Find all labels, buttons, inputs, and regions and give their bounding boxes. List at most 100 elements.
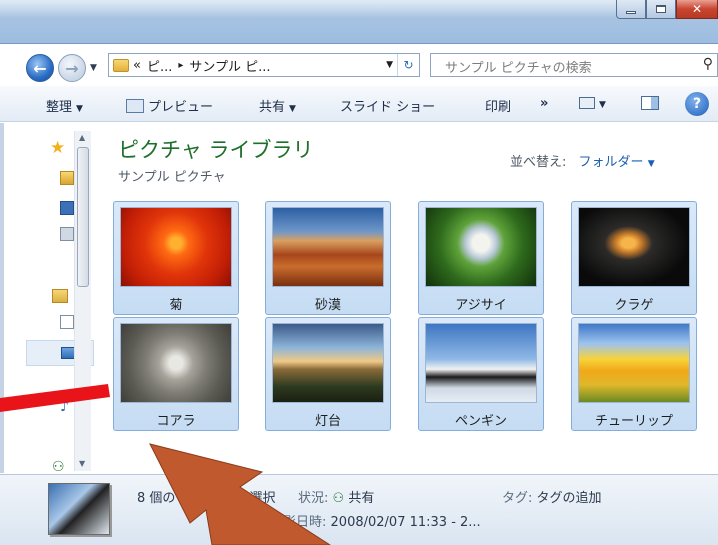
file-item[interactable]: ペンギン bbox=[418, 317, 544, 431]
recent-places-icon[interactable] bbox=[60, 227, 74, 241]
selection-count-text: 8 個の bbox=[137, 491, 176, 506]
minimize-button[interactable] bbox=[616, 0, 646, 19]
help-button[interactable]: ? bbox=[685, 92, 709, 116]
views-menu[interactable]: ▼ bbox=[579, 96, 606, 111]
preview-icon bbox=[126, 99, 144, 113]
breadcrumb-sample-pictures[interactable]: サンプル ピ... bbox=[189, 56, 270, 75]
file-item[interactable]: クラゲ bbox=[571, 201, 697, 315]
libraries-icon[interactable] bbox=[52, 289, 68, 303]
selection-thumbnail bbox=[48, 483, 110, 535]
people-icon: ⚇ bbox=[332, 491, 345, 506]
folder-icon[interactable] bbox=[60, 171, 74, 185]
tags-label: タグ: bbox=[502, 491, 533, 506]
selection-count: 8 個の 選択 bbox=[137, 487, 276, 506]
preview-pane-button[interactable] bbox=[641, 96, 659, 112]
maximize-icon bbox=[656, 5, 666, 13]
navigation-scrollbar[interactable]: ▲ ▼ bbox=[74, 131, 91, 471]
file-item[interactable]: 砂漠 bbox=[265, 201, 391, 315]
folder-icon bbox=[113, 58, 129, 72]
address-dropdown-icon[interactable]: ▼ bbox=[386, 60, 393, 70]
refresh-icon: ↻ bbox=[403, 58, 414, 72]
lighthouse-thumbnail bbox=[272, 323, 384, 403]
forward-button[interactable]: → bbox=[58, 54, 86, 82]
pictures-icon bbox=[61, 347, 75, 359]
chevron-down-icon: ▼ bbox=[599, 100, 606, 110]
address-overflow[interactable]: « bbox=[133, 58, 141, 73]
selection-count-suffix: 選択 bbox=[249, 491, 276, 506]
slideshow-label: スライド ショー bbox=[340, 100, 436, 115]
date-taken-value: 2008/02/07 11:33 - 2... bbox=[330, 515, 481, 530]
page-title: ピクチャ ライブラリ bbox=[118, 138, 314, 162]
file-name: コアラ bbox=[156, 414, 196, 429]
desktop-icon[interactable] bbox=[60, 201, 74, 215]
organize-menu[interactable]: 整理 ▼ bbox=[46, 96, 83, 115]
scroll-up-icon[interactable]: ▲ bbox=[79, 133, 85, 142]
views-icon bbox=[579, 97, 595, 109]
arrange-by-dropdown[interactable]: フォルダー ▼ bbox=[579, 155, 655, 170]
minimize-icon bbox=[626, 10, 636, 14]
window-controls: ✕ bbox=[616, 0, 718, 19]
search-placeholder: サンプル ピクチャの検索 bbox=[445, 61, 592, 76]
preview-pane-icon bbox=[641, 96, 659, 110]
command-bar: 整理 ▼ プレビュー 共有 ▼ スライド ショー 印刷 » ▼ ? bbox=[0, 86, 718, 122]
print-label: 印刷 bbox=[485, 100, 512, 115]
documents-icon[interactable] bbox=[60, 315, 74, 329]
scroll-down-icon[interactable]: ▼ bbox=[79, 459, 85, 468]
preview-label: プレビュー bbox=[148, 100, 214, 115]
more-commands-button[interactable]: » bbox=[540, 96, 548, 111]
print-button[interactable]: 印刷 bbox=[485, 96, 511, 115]
music-icon[interactable]: ♪ bbox=[60, 399, 69, 415]
file-name: 砂漠 bbox=[314, 298, 341, 313]
file-name: 菊 bbox=[169, 298, 183, 313]
forward-arrow-icon: → bbox=[65, 58, 79, 78]
tags-value[interactable]: タグの追加 bbox=[537, 491, 602, 506]
chevron-down-icon: ▼ bbox=[76, 104, 83, 114]
preview-button[interactable]: プレビュー bbox=[126, 96, 213, 115]
file-item[interactable]: 灯台 bbox=[265, 317, 391, 431]
file-name: 灯台 bbox=[314, 414, 341, 429]
status-label: 状況: bbox=[298, 491, 329, 506]
desert-thumbnail bbox=[272, 207, 384, 287]
address-bar[interactable]: « ピ... ▸ サンプル ピ... ▼ ↻ bbox=[108, 53, 420, 77]
penguins-thumbnail bbox=[425, 323, 537, 403]
status-field: 状況: ⚇ 共有 bbox=[298, 487, 374, 506]
library-subtitle: サンプル ピクチャ bbox=[118, 170, 226, 185]
koala-thumbnail bbox=[120, 323, 232, 403]
file-item[interactable]: チューリップ bbox=[571, 317, 697, 431]
jellyfish-thumbnail bbox=[578, 207, 690, 287]
refresh-button[interactable]: ↻ bbox=[397, 54, 419, 76]
slideshow-button[interactable]: スライド ショー bbox=[340, 96, 435, 115]
maximize-button[interactable] bbox=[646, 0, 676, 19]
share-label: 共有 bbox=[259, 100, 286, 115]
status-value: 共有 bbox=[348, 491, 375, 506]
close-button[interactable]: ✕ bbox=[676, 0, 718, 19]
file-name: クラゲ bbox=[614, 298, 654, 313]
arrange-by: 並べ替え: フォルダー ▼ bbox=[510, 151, 655, 170]
file-name: チューリップ bbox=[594, 414, 673, 429]
chevron-down-icon: ▼ bbox=[647, 159, 655, 169]
file-item[interactable]: アジサイ bbox=[418, 201, 544, 315]
share-menu[interactable]: 共有 ▼ bbox=[259, 96, 296, 115]
homegroup-icon[interactable]: ⚇ bbox=[52, 459, 65, 475]
arrange-value: フォルダー bbox=[578, 155, 644, 170]
search-icon[interactable]: ⚲ bbox=[703, 56, 713, 72]
tulips-thumbnail bbox=[578, 323, 690, 403]
chevron-down-icon: ▼ bbox=[289, 104, 296, 114]
help-icon: ? bbox=[692, 96, 702, 112]
file-item[interactable]: 菊 bbox=[113, 201, 239, 315]
chrysanthemum-thumbnail bbox=[120, 207, 232, 287]
scrollbar-thumb[interactable] bbox=[77, 147, 89, 287]
history-dropdown[interactable]: ▼ bbox=[90, 63, 97, 73]
back-button[interactable]: ← bbox=[26, 54, 54, 82]
details-pane: 8 個の 選択 状況: ⚇ 共有 タグ: タグの追加 撮影日時: 2008/02… bbox=[0, 474, 718, 545]
breadcrumb-separator[interactable]: ▸ bbox=[178, 60, 183, 71]
organize-label: 整理 bbox=[46, 100, 73, 115]
more-label: » bbox=[540, 96, 549, 111]
arrange-label: 並べ替え: bbox=[510, 155, 567, 170]
search-input[interactable]: サンプル ピクチャの検索 ⚲ bbox=[430, 53, 718, 77]
breadcrumb-pictures[interactable]: ピ... bbox=[147, 56, 172, 75]
date-taken-label: 撮影日時: bbox=[270, 515, 327, 530]
favorites-star-icon[interactable]: ★ bbox=[50, 138, 65, 158]
file-item[interactable]: コアラ bbox=[113, 317, 239, 431]
chevron-down-icon: ▼ bbox=[90, 63, 97, 73]
